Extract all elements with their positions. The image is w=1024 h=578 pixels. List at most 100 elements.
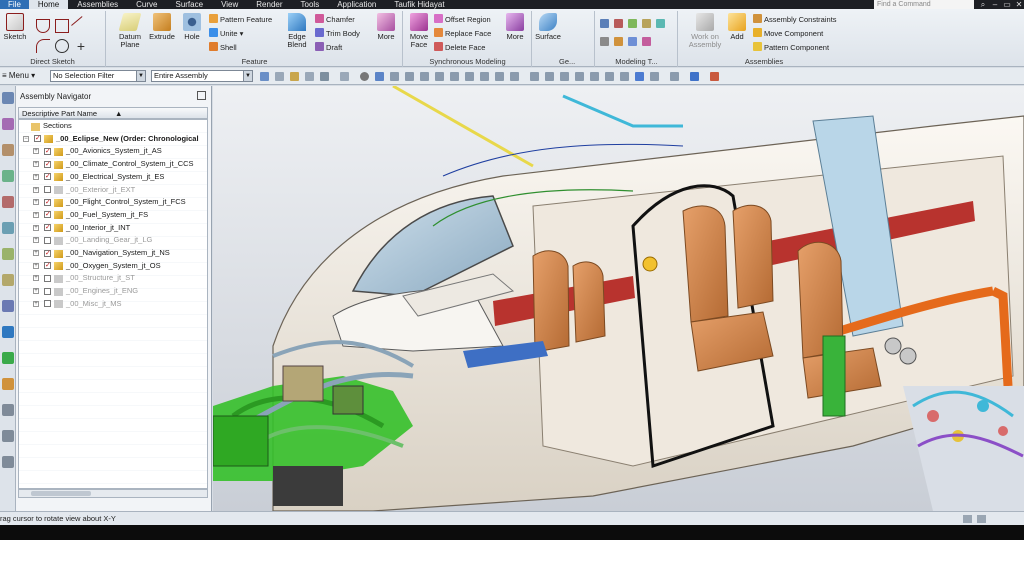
filter-icon[interactable] xyxy=(260,72,269,81)
datum-plane-button[interactable]: Datum Plane xyxy=(115,13,145,51)
measure-icon[interactable] xyxy=(614,19,623,28)
visibility-checkbox[interactable]: ✓ xyxy=(44,198,51,206)
tree-row[interactable]: + ✓ _00_Fuel_System_jt_FS xyxy=(19,209,207,222)
box-select-icon[interactable] xyxy=(305,72,314,81)
part-navigator-tab-icon[interactable] xyxy=(2,144,14,156)
zoom-icon[interactable] xyxy=(560,72,569,81)
refresh-icon[interactable] xyxy=(620,72,629,81)
plus-icon[interactable] xyxy=(530,72,539,81)
expand-icon[interactable]: + xyxy=(33,288,39,295)
tree-row[interactable]: + ✓ _00_Navigation_System_jt_NS xyxy=(19,247,207,260)
scrollbar-thumb[interactable] xyxy=(31,491,91,496)
view-icon[interactable] xyxy=(340,72,349,81)
fit-view-icon[interactable] xyxy=(545,72,554,81)
edit-icon[interactable] xyxy=(600,37,609,46)
visibility-checkbox[interactable]: ✓ xyxy=(44,173,51,181)
eye-icon[interactable] xyxy=(360,72,369,81)
expand-icon[interactable]: + xyxy=(33,148,39,155)
section-icon[interactable] xyxy=(628,19,637,28)
visibility-checkbox[interactable]: ✓ xyxy=(44,249,51,257)
unite-button[interactable]: Unite ▾ xyxy=(209,28,243,40)
section-view-icon[interactable] xyxy=(670,72,679,81)
snap-point-icon[interactable] xyxy=(290,72,299,81)
layer-icon[interactable] xyxy=(650,72,659,81)
delete-icon[interactable] xyxy=(642,37,651,46)
expression-icon[interactable] xyxy=(600,19,609,28)
move-face-button[interactable]: Move Face xyxy=(404,13,434,51)
edge-blend-button[interactable]: Edge Blend xyxy=(282,13,312,51)
line-sketch-icon[interactable] xyxy=(36,19,50,33)
move-component-button[interactable]: Move Component xyxy=(753,28,823,40)
tree-row[interactable]: + ✓ _00_Avionics_System_jt_AS xyxy=(19,145,207,158)
quadrant-icon[interactable] xyxy=(480,72,489,81)
aircraft-model[interactable] xyxy=(213,86,1024,511)
work-on-assembly-button[interactable]: Work on Assembly xyxy=(685,13,725,51)
visibility-checkbox[interactable] xyxy=(44,186,51,193)
tree-row[interactable]: + _00_Landing_Gear_jt_LG xyxy=(19,234,207,247)
menu-application[interactable]: Application xyxy=(328,0,385,9)
expand-icon[interactable]: + xyxy=(33,224,39,231)
menu-render[interactable]: Render xyxy=(247,0,291,9)
center-icon[interactable] xyxy=(465,72,474,81)
visibility-checkbox[interactable] xyxy=(44,300,51,308)
lasso-icon[interactable] xyxy=(320,72,329,81)
expand-icon[interactable]: + xyxy=(33,199,39,206)
select-all-icon[interactable] xyxy=(275,72,284,81)
point-on-curve-icon[interactable] xyxy=(510,72,519,81)
maximize-icon[interactable] xyxy=(197,91,206,100)
menu-view[interactable]: View xyxy=(212,0,247,9)
expand-icon[interactable]: + xyxy=(33,300,39,307)
info-icon[interactable] xyxy=(642,19,651,28)
tree-row[interactable]: + ✓ _00_Oxygen_System_jt_OS xyxy=(19,260,207,273)
pan-icon[interactable] xyxy=(575,72,584,81)
copy-icon[interactable] xyxy=(628,37,637,46)
menu-assemblies[interactable]: Assemblies xyxy=(68,0,127,9)
find-command-input[interactable]: Find a Command xyxy=(874,0,974,9)
menu-user[interactable]: Taufik Hidayat xyxy=(385,0,453,9)
menu-surface[interactable]: Surface xyxy=(166,0,212,9)
selection-filter-dropdown[interactable]: No Selection Filter ▼ xyxy=(50,70,146,82)
visibility-checkbox[interactable]: ✓ xyxy=(44,211,51,219)
line-icon[interactable] xyxy=(71,16,91,36)
expand-icon[interactable]: + xyxy=(33,262,39,269)
endpoint-icon[interactable] xyxy=(405,72,414,81)
tree-row[interactable]: + _00_Engines_jt_ENG xyxy=(19,285,207,298)
expand-icon[interactable]: + xyxy=(33,275,39,282)
pattern-feature-button[interactable]: Pattern Feature xyxy=(209,14,272,26)
render-style-icon[interactable] xyxy=(635,72,644,81)
minimize-icon[interactable]: – xyxy=(990,0,1000,9)
hole-button[interactable]: Hole xyxy=(177,13,207,51)
circle-icon[interactable] xyxy=(55,39,69,53)
graphics-viewport[interactable] xyxy=(213,86,1024,511)
menu-curve[interactable]: Curve xyxy=(127,0,166,9)
tree-row[interactable]: + _00_Structure_jt_ST xyxy=(19,272,207,285)
menu-file[interactable]: File xyxy=(0,0,29,9)
rectangle-icon[interactable] xyxy=(55,19,69,33)
midpoint-icon[interactable] xyxy=(420,72,429,81)
tree-folder-row[interactable]: Sections xyxy=(19,120,207,133)
point-icon[interactable]: + xyxy=(74,39,88,53)
expand-icon[interactable]: + xyxy=(33,186,39,193)
visibility-checkbox[interactable] xyxy=(44,236,51,244)
visibility-checkbox[interactable]: ✓ xyxy=(44,224,51,232)
menu-button[interactable]: ≡ Menu ▾ xyxy=(2,71,35,80)
pattern-component-button[interactable]: Pattern Component xyxy=(753,42,829,54)
sync-more-button[interactable]: More xyxy=(500,13,530,51)
selection-scope-dropdown[interactable]: Entire Assembly ▼ xyxy=(151,70,253,82)
close-icon[interactable]: ✕ xyxy=(1014,0,1024,9)
manufacturing-tab-icon[interactable] xyxy=(2,378,14,390)
visibility-checkbox[interactable] xyxy=(44,274,51,282)
feature-more-button[interactable]: More xyxy=(371,13,401,51)
visibility-checkbox[interactable]: ✓ xyxy=(44,262,51,270)
move-object-icon[interactable] xyxy=(614,37,623,46)
extrude-button[interactable]: Extrude xyxy=(147,13,177,51)
tree-row[interactable]: + ✓ _00_Electrical_System_jt_ES xyxy=(19,171,207,184)
menu-tools[interactable]: Tools xyxy=(292,0,329,9)
snap-icon[interactable] xyxy=(390,72,399,81)
expand-icon[interactable]: + xyxy=(33,161,39,168)
roles-tab-icon[interactable] xyxy=(2,352,14,364)
palette-tab-icon[interactable] xyxy=(2,404,14,416)
hd3d-tab-icon[interactable] xyxy=(2,196,14,208)
document-tab-icon[interactable] xyxy=(2,430,14,442)
search-icon[interactable]: ⌕ xyxy=(978,0,988,9)
